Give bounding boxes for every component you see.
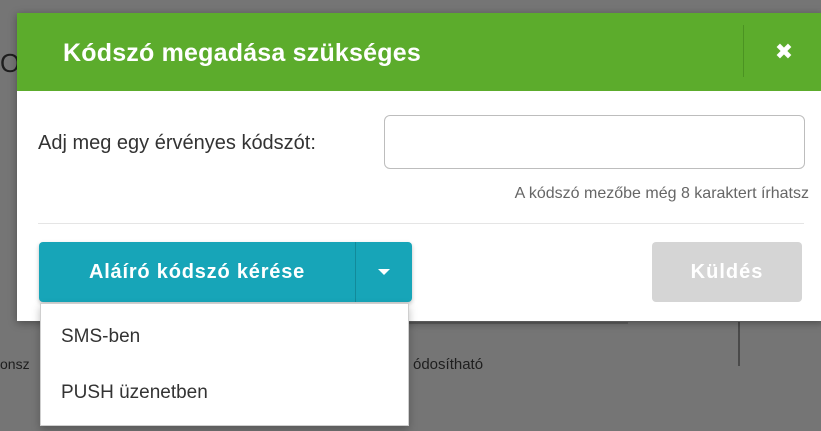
delivery-method-menu: SMS-ben PUSH üzenetben [40, 303, 409, 426]
caret-down-icon [378, 269, 390, 275]
dialog-header: Kódszó megadása szükséges ✖ [17, 13, 821, 91]
menu-item-push[interactable]: PUSH üzenetben [41, 365, 408, 421]
dialog-divider [38, 223, 804, 224]
remaining-characters-hint: A kódszó mezőbe még 8 karaktert írhatsz [514, 185, 809, 202]
dropdown-toggle-button[interactable] [356, 242, 412, 302]
background-divider [738, 322, 740, 366]
request-passcode-split-button: Aláíró kódszó kérése [39, 242, 412, 302]
menu-item-sms[interactable]: SMS-ben [41, 309, 408, 365]
passcode-input[interactable] [384, 115, 805, 169]
passcode-label: Adj meg egy érvényes kódszót: [38, 132, 316, 154]
header-divider [743, 25, 744, 77]
passcode-dialog: Kódszó megadása szükséges ✖ Adj meg egy … [17, 13, 821, 321]
background-divider [408, 322, 628, 324]
dialog-title: Kódszó megadása szükséges [63, 39, 421, 67]
background-text-fragment: onsz [0, 356, 30, 372]
send-button[interactable]: Küldés [652, 242, 802, 302]
request-passcode-button[interactable]: Aláíró kódszó kérése [39, 242, 355, 302]
close-icon[interactable]: ✖ [767, 35, 801, 69]
background-text-fragment: ódosítható [413, 356, 484, 373]
